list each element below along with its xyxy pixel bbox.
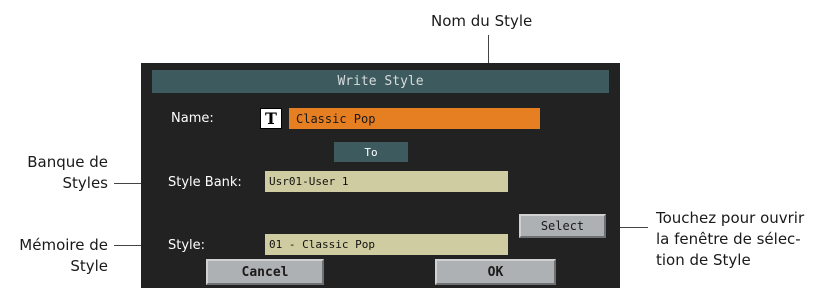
text-edit-icon[interactable]: T [260, 108, 282, 129]
callout-select-line2: la fenêtre de sélec- [656, 230, 801, 248]
ok-button[interactable]: OK [435, 259, 556, 285]
callout-style-memory-line2: Style [70, 257, 108, 275]
style-label: Style: [168, 238, 206, 253]
style-name-field[interactable]: Classic Pop [289, 108, 540, 129]
cancel-button[interactable]: Cancel [206, 259, 324, 285]
to-label: To [334, 142, 408, 162]
callout-style-name: Nom du Style [431, 12, 533, 30]
callout-style-memory: Mémoire de Style [4, 235, 108, 277]
callout-style-bank-line2: Styles [62, 174, 109, 192]
callout-select-line3: tion de Style [656, 251, 751, 269]
callout-select: Touchez pour ouvrir la fenêtre de sélec-… [656, 208, 804, 271]
callout-select-line1: Touchez pour ouvrir [656, 209, 805, 227]
style-slot-field[interactable]: 01 - Classic Pop [265, 234, 508, 255]
name-label: Name: [171, 111, 214, 126]
callout-style-memory-line1: Mémoire de [19, 236, 108, 254]
style-bank-field[interactable]: Usr01-User 1 [265, 171, 508, 192]
callout-style-bank-line1: Banque de [27, 153, 108, 171]
callout-style-bank: Banque de Styles [12, 152, 108, 194]
dialog-title: Write Style [152, 70, 609, 93]
select-button[interactable]: Select [519, 214, 606, 238]
style-bank-label: Style Bank: [168, 175, 242, 190]
write-style-dialog: Write Style Name: T Classic Pop To Style… [141, 63, 620, 288]
